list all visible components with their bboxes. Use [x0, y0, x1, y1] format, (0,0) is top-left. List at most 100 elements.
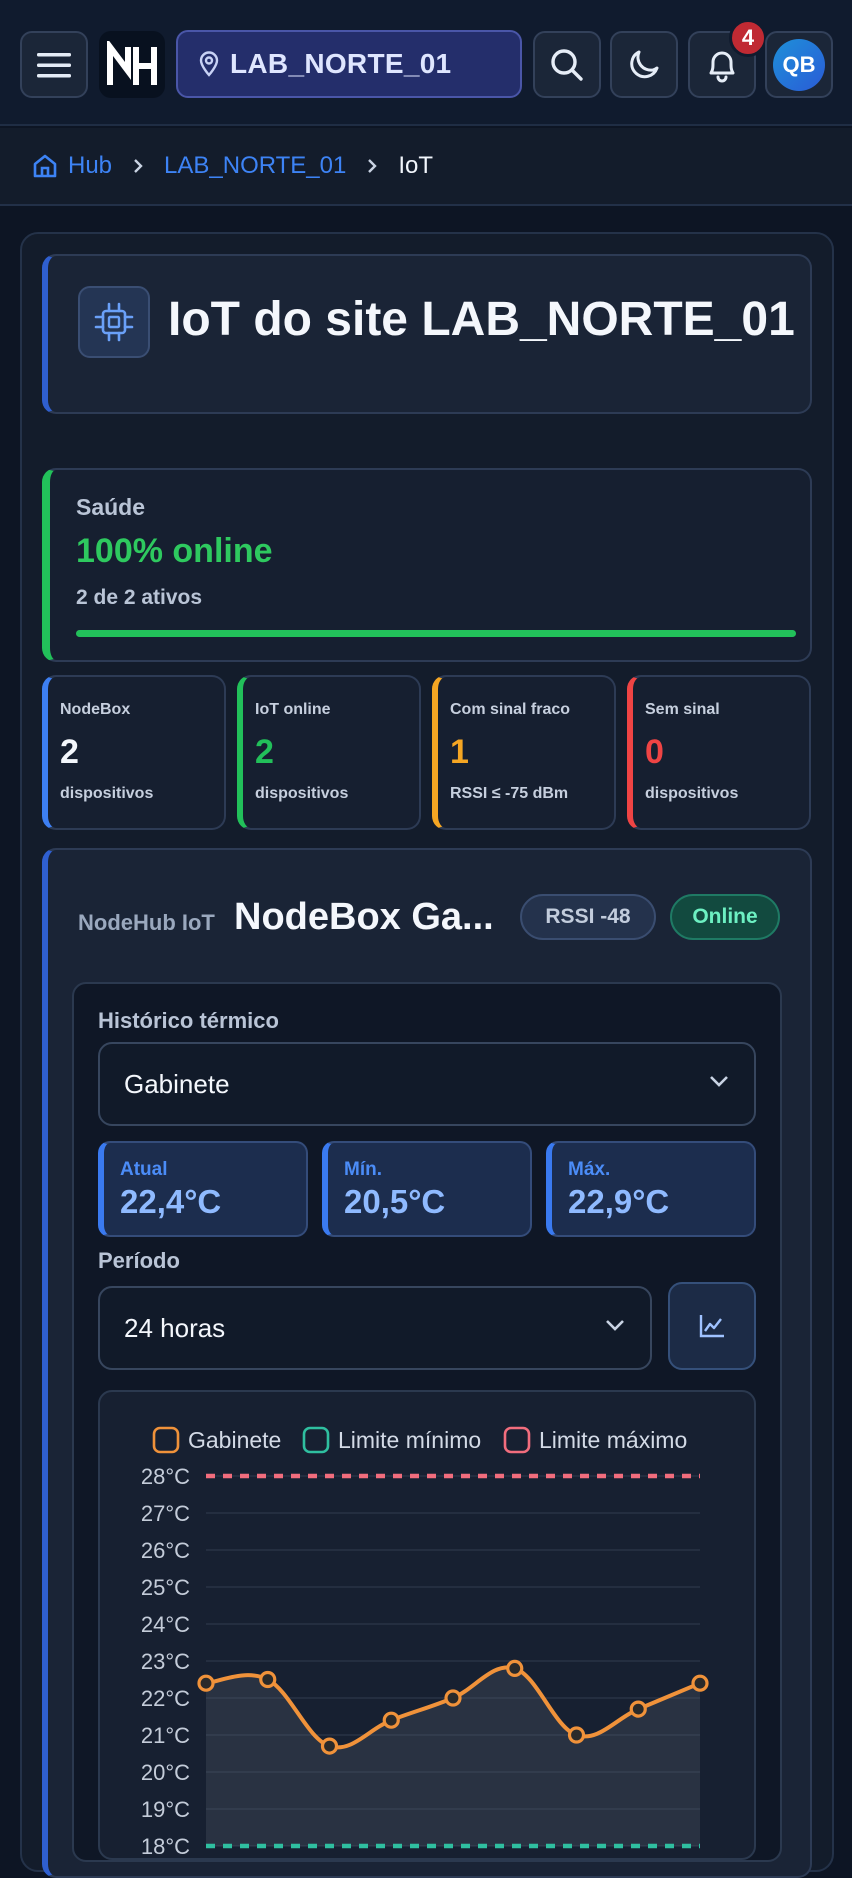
legend-label: Limite máximo: [539, 1427, 687, 1453]
data-point: [506, 1659, 524, 1677]
location-pin-icon: [199, 51, 219, 77]
line-chart-icon: [699, 1315, 724, 1338]
data-point: [444, 1689, 462, 1707]
device-name[interactable]: NodeBox Ga...: [234, 896, 494, 939]
moon-icon: [630, 50, 659, 78]
logo-icon: [107, 40, 157, 85]
search-icon: [551, 48, 583, 81]
stat-sub: dispositivos: [60, 785, 154, 802]
temperature-chart-svg: Gabinete Limite mínimo Limite máximo 28°C 27…: [141, 1426, 709, 1859]
site-selector[interactable]: LAB_NORTE_01: [176, 30, 522, 98]
period-select-value: 24 horas: [124, 1312, 226, 1343]
stat-label: NodeBox: [60, 701, 131, 718]
page-title: IoT do site LAB_NORTE_01: [168, 293, 795, 346]
data-point: [320, 1737, 339, 1755]
thermal-history-label: Histórico térmico: [98, 1008, 279, 1033]
y-tick-label: 22°C: [141, 1686, 190, 1711]
health-progress-bar: [76, 630, 796, 637]
data-point: [567, 1726, 586, 1744]
stat-label: IoT online: [255, 701, 331, 718]
y-tick-label: 21°C: [141, 1723, 190, 1748]
temperature-chart: Gabinete Limite mínimo Limite máximo 28°C 27…: [98, 1390, 756, 1860]
bell-icon: [709, 51, 735, 82]
period-label: Período: [98, 1248, 180, 1273]
site-selector-label: LAB_NORTE_01: [230, 48, 452, 79]
user-menu-button[interactable]: QB: [765, 31, 833, 98]
avatar: QB: [773, 38, 825, 91]
metric-value: 22,4°C: [120, 1183, 222, 1220]
metric-label: Máx.: [568, 1159, 611, 1180]
chip-icon: [78, 286, 150, 358]
stat-label: Sem sinal: [645, 701, 720, 718]
sensor-select-value: Gabinete: [124, 1068, 230, 1099]
health-card: Saúde 100% online 2 de 2 ativos: [42, 468, 812, 662]
chevron-down-icon: [606, 1320, 624, 1331]
stat-card-iot-online[interactable]: IoT online 2 dispositivos: [237, 675, 421, 830]
rssi-badge: RSSI -48: [520, 894, 656, 940]
metric-label: Atual: [120, 1159, 168, 1180]
sensor-select[interactable]: Gabinete: [98, 1042, 756, 1126]
health-value: 100% online: [76, 532, 273, 570]
breadcrumb-site-link[interactable]: LAB_NORTE_01: [164, 152, 346, 180]
stat-value: 2: [255, 733, 274, 771]
stat-value: 0: [645, 733, 664, 771]
device-kicker: NodeHub IoT: [78, 910, 215, 935]
y-tick-label: 26°C: [141, 1538, 190, 1563]
theme-toggle-button[interactable]: [610, 31, 678, 98]
metric-min: Mín. 20,5°C: [322, 1141, 532, 1237]
breadcrumb-home-label: Hub: [68, 152, 113, 179]
chevron-right-icon: [132, 157, 144, 175]
legend-label: Gabinete: [188, 1427, 281, 1453]
health-sub: 2 de 2 ativos: [76, 586, 203, 609]
stat-card-no-signal[interactable]: Sem sinal 0 dispositivos: [627, 675, 811, 830]
page-header-card: IoT do site LAB_NORTE_01: [42, 254, 812, 414]
y-tick-label: 19°C: [141, 1797, 190, 1822]
stat-card-nodebox[interactable]: NodeBox 2 dispositivos: [42, 675, 226, 830]
y-tick-label: 20°C: [141, 1760, 190, 1785]
thermal-history-panel: Histórico térmico Gabinete Atual 22,4°C …: [72, 982, 782, 1862]
metric-label: Mín.: [344, 1159, 382, 1180]
stat-label: Com sinal fraco: [450, 701, 571, 718]
breadcrumb-home-link[interactable]: Hub: [32, 152, 112, 180]
y-tick-label: 24°C: [141, 1612, 190, 1637]
stat-sub: RSSI ≤ -75 dBm: [450, 785, 569, 802]
y-tick-label: 27°C: [141, 1501, 190, 1526]
data-point: [259, 1670, 277, 1689]
data-point: [691, 1674, 709, 1692]
chevron-down-icon: [710, 1076, 728, 1087]
stat-card-weak-signal[interactable]: Com sinal fraco 1 RSSI ≤ -75 dBm: [432, 675, 616, 830]
legend-swatch: [152, 1426, 180, 1454]
y-tick-label: 23°C: [141, 1649, 190, 1674]
stat-value: 2: [60, 733, 79, 771]
health-label: Saúde: [76, 494, 146, 520]
app-logo[interactable]: [99, 31, 165, 98]
y-tick-label: 25°C: [141, 1575, 190, 1600]
search-button[interactable]: [533, 31, 601, 98]
chart-view-button[interactable]: [668, 1282, 756, 1370]
y-tick-label: 28°C: [141, 1464, 190, 1489]
hamburger-icon: [37, 52, 71, 77]
data-point: [382, 1711, 400, 1729]
metric-max: Máx. 22,9°C: [546, 1141, 756, 1237]
breadcrumb-current: IoT: [398, 152, 434, 179]
notification-count-badge: 4: [729, 19, 767, 57]
chevron-right-icon: [366, 157, 378, 175]
legend-swatch: [503, 1426, 531, 1454]
metric-value: 20,5°C: [344, 1183, 446, 1220]
breadcrumb: Hub LAB_NORTE_01 IoT: [0, 128, 852, 206]
y-tick-label: 18°C: [141, 1834, 190, 1859]
period-select[interactable]: 24 horas: [98, 1286, 652, 1370]
stat-sub: dispositivos: [255, 785, 349, 802]
stat-sub: dispositivos: [645, 785, 739, 802]
data-point: [197, 1674, 215, 1692]
stat-value: 1: [450, 733, 469, 771]
metric-value: 22,9°C: [568, 1183, 670, 1220]
legend-label: Limite mínimo: [338, 1427, 481, 1453]
data-point: [629, 1700, 647, 1718]
home-icon: [33, 154, 57, 178]
menu-button[interactable]: [20, 31, 88, 98]
status-badge: Online: [670, 894, 780, 940]
legend-swatch: [302, 1426, 330, 1454]
metric-current: Atual 22,4°C: [98, 1141, 308, 1237]
health-progress-fill: [76, 630, 796, 637]
